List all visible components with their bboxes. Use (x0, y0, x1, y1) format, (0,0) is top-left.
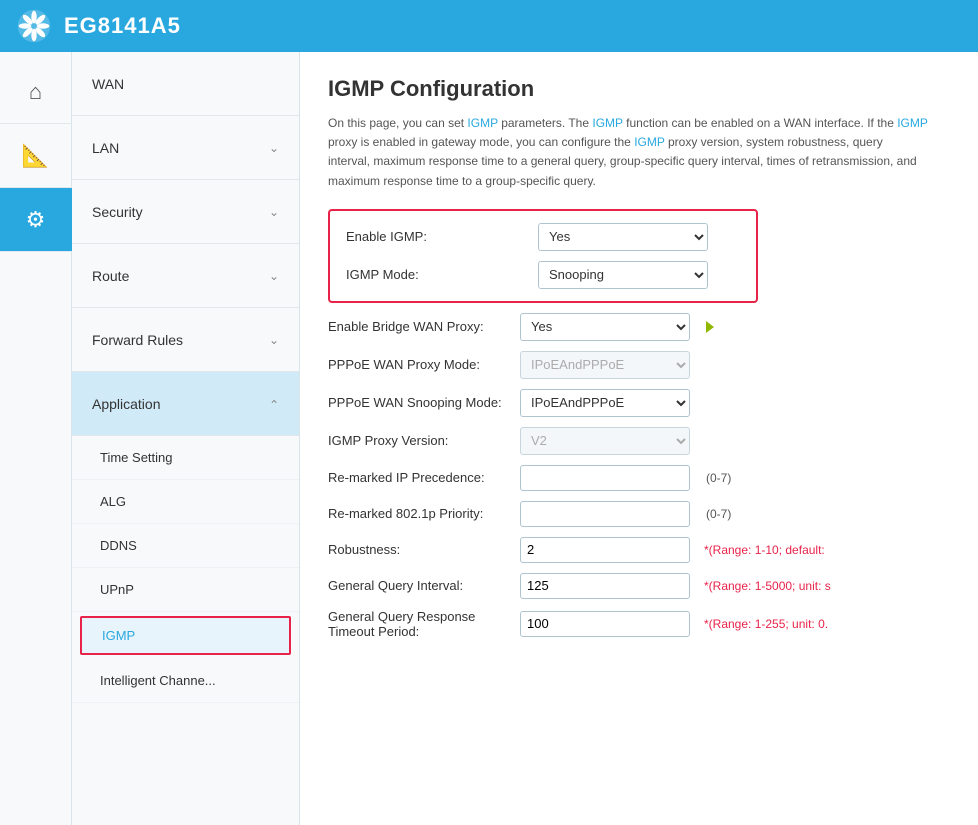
sidebar-sub-alg[interactable]: ALG (72, 480, 299, 524)
enable-igmp-label: Enable IGMP: (346, 229, 526, 244)
igmp-proxy-version-row: IGMP Proxy Version: V2 V3 (328, 427, 950, 455)
igmp-mode-select[interactable]: Snooping Proxy (538, 261, 708, 289)
enable-bridge-wan-proxy-label: Enable Bridge WAN Proxy: (328, 319, 508, 334)
chevron-down-icon: ⌄ (269, 141, 279, 155)
general-query-interval-label: General Query Interval: (328, 578, 508, 593)
igmp-proxy-version-select[interactable]: V2 V3 (520, 427, 690, 455)
sidebar-sub-ddns[interactable]: DDNS (72, 524, 299, 568)
app-title: EG8141A5 (64, 13, 181, 39)
cursor-indicator-icon (706, 321, 714, 333)
chevron-up-icon: ⌄ (269, 397, 279, 411)
sidebar-icons: ⌂ 📐 ⚙ (0, 52, 72, 825)
page-title: IGMP Configuration (328, 76, 950, 102)
sidebar-item-wan-label: WAN (92, 76, 124, 92)
header: EG8141A5 (0, 0, 978, 52)
remarked-8021p-priority-input[interactable] (520, 501, 690, 527)
remarked-ip-precedence-row: Re-marked IP Precedence: (0-7) (328, 465, 950, 491)
remarked-8021p-hint: (0-7) (706, 507, 731, 521)
robustness-label: Robustness: (328, 542, 508, 557)
main-content: IGMP Configuration On this page, you can… (300, 52, 978, 825)
sidebar-sub-intelligent-channel[interactable]: Intelligent Channe... (72, 659, 299, 703)
igmp-mode-row: IGMP Mode: Snooping Proxy (346, 261, 740, 289)
pppoe-wan-snooping-mode-label: PPPoE WAN Snooping Mode: (328, 395, 508, 410)
pppoe-wan-proxy-mode-select[interactable]: IPoEAndPPPoE (520, 351, 690, 379)
sidebar-item-wan[interactable]: WAN (72, 52, 299, 116)
pppoe-wan-snooping-mode-row: PPPoE WAN Snooping Mode: IPoEAndPPPoE (328, 389, 950, 417)
robustness-input[interactable] (520, 537, 690, 563)
general-query-response-timeout-label: General Query Response Timeout Period: (328, 609, 508, 639)
enable-bridge-wan-proxy-select[interactable]: Yes No (520, 313, 690, 341)
robustness-hint: *(Range: 1-10; default: (704, 543, 825, 557)
chevron-down-icon: ⌄ (269, 269, 279, 283)
sidebar-item-lan[interactable]: LAN ⌄ (72, 116, 299, 180)
chevron-down-icon: ⌄ (269, 333, 279, 347)
sidebar-sub-time-setting[interactable]: Time Setting (72, 436, 299, 480)
sidebar-item-route[interactable]: Route ⌄ (72, 244, 299, 308)
home-nav-icon[interactable]: ⌂ (0, 60, 72, 124)
sidebar-item-route-label: Route (92, 268, 129, 284)
sidebar-sub-igmp[interactable]: IGMP (80, 616, 291, 655)
page-description: On this page, you can set IGMP parameter… (328, 114, 928, 191)
settings-nav-icon[interactable]: ⚙ (0, 188, 72, 252)
sidebar-nav: WAN LAN ⌄ Security ⌄ Route ⌄ Forward Rul… (72, 52, 300, 825)
enable-igmp-select[interactable]: Yes No (538, 223, 708, 251)
pppoe-wan-snooping-mode-select[interactable]: IPoEAndPPPoE (520, 389, 690, 417)
general-query-interval-input[interactable] (520, 573, 690, 599)
sidebar-item-lan-label: LAN (92, 140, 119, 156)
general-query-interval-row: General Query Interval: *(Range: 1-5000;… (328, 573, 950, 599)
general-query-response-timeout-input[interactable] (520, 611, 690, 637)
remarked-ip-hint: (0-7) (706, 471, 731, 485)
pppoe-wan-proxy-mode-row: PPPoE WAN Proxy Mode: IPoEAndPPPoE (328, 351, 950, 379)
robustness-row: Robustness: *(Range: 1-10; default: (328, 537, 950, 563)
briefcase-nav-icon[interactable]: 📐 (0, 124, 72, 188)
igmp-mode-label: IGMP Mode: (346, 267, 526, 282)
sidebar-item-forward-rules-label: Forward Rules (92, 332, 183, 348)
enable-bridge-wan-proxy-row: Enable Bridge WAN Proxy: Yes No (328, 313, 950, 341)
general-query-response-timeout-row: General Query Response Timeout Period: *… (328, 609, 950, 639)
sidebar-sub-upnp[interactable]: UPnP (72, 568, 299, 612)
chevron-down-icon: ⌄ (269, 205, 279, 219)
general-query-interval-hint: *(Range: 1-5000; unit: s (704, 579, 831, 593)
general-query-response-timeout-hint: *(Range: 1-255; unit: 0. (704, 617, 828, 631)
huawei-logo-icon (16, 8, 52, 44)
remarked-8021p-priority-row: Re-marked 802.1p Priority: (0-7) (328, 501, 950, 527)
sidebar-item-forward-rules[interactable]: Forward Rules ⌄ (72, 308, 299, 372)
sidebar-item-security[interactable]: Security ⌄ (72, 180, 299, 244)
sidebar-item-application-label: Application (92, 396, 161, 412)
enable-igmp-row: Enable IGMP: Yes No (346, 223, 740, 251)
remarked-ip-precedence-label: Re-marked IP Precedence: (328, 470, 508, 485)
remarked-ip-precedence-input[interactable] (520, 465, 690, 491)
igmp-proxy-version-label: IGMP Proxy Version: (328, 433, 508, 448)
pppoe-wan-proxy-mode-label: PPPoE WAN Proxy Mode: (328, 357, 508, 372)
sidebar-item-application[interactable]: Application ⌄ (72, 372, 299, 436)
igmp-config-box: Enable IGMP: Yes No IGMP Mode: Snooping … (328, 209, 758, 303)
other-config-rows: Enable Bridge WAN Proxy: Yes No PPPoE WA… (328, 313, 950, 639)
remarked-8021p-priority-label: Re-marked 802.1p Priority: (328, 506, 508, 521)
sidebar-item-security-label: Security (92, 204, 143, 220)
